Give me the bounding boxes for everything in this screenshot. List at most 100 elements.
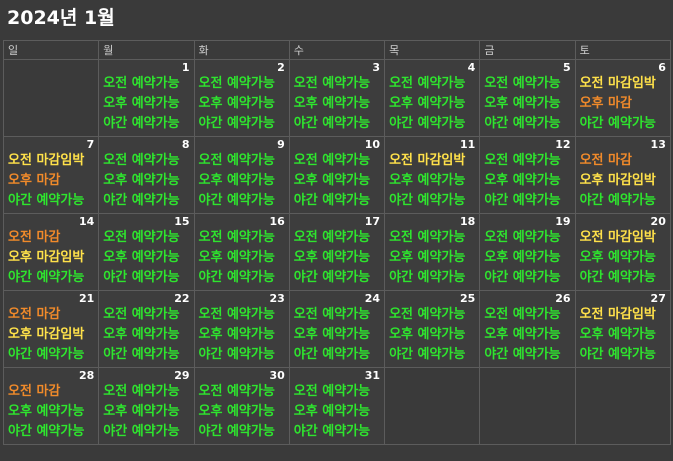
day-cell[interactable]: 30 오전 예약가능 오후 예약가능 야간 예약가능: [193, 367, 290, 445]
time-slot-status[interactable]: 오후 예약가능: [480, 94, 574, 114]
time-slot-status[interactable]: 오후 예약가능: [4, 402, 98, 422]
time-slot-status[interactable]: 오전 예약가능: [195, 74, 289, 94]
day-cell[interactable]: 2 오전 예약가능 오후 예약가능 야간 예약가능: [193, 59, 290, 137]
time-slot-status[interactable]: 오후 예약가능: [195, 325, 289, 345]
time-slot-status[interactable]: 오전 예약가능: [290, 74, 384, 94]
day-cell[interactable]: 19 오전 예약가능 오후 예약가능 야간 예약가능: [479, 213, 576, 291]
time-slot-status[interactable]: 오전 예약가능: [290, 151, 384, 171]
time-slot-status[interactable]: 야간 예약가능: [195, 345, 289, 365]
time-slot-status[interactable]: 오후 예약가능: [195, 94, 289, 114]
time-slot-status[interactable]: 오후 예약가능: [385, 325, 479, 345]
time-slot-status[interactable]: 야간 예약가능: [480, 191, 574, 211]
time-slot-status[interactable]: 오전 예약가능: [385, 305, 479, 325]
time-slot-status[interactable]: 야간 예약가능: [99, 422, 193, 442]
day-cell[interactable]: 9 오전 예약가능 오후 예약가능 야간 예약가능: [193, 136, 290, 214]
time-slot-status[interactable]: 오전 예약가능: [195, 382, 289, 402]
time-slot-status[interactable]: 오전 마감: [4, 305, 98, 325]
time-slot-status[interactable]: 오전 마감임박: [576, 228, 670, 248]
time-slot-status[interactable]: 야간 예약가능: [290, 345, 384, 365]
time-slot-status[interactable]: 오전 예약가능: [99, 305, 193, 325]
time-slot-status[interactable]: 야간 예약가능: [480, 114, 574, 134]
time-slot-status[interactable]: 야간 예약가능: [195, 191, 289, 211]
time-slot-status[interactable]: 야간 예약가능: [4, 191, 98, 211]
time-slot-status[interactable]: 야간 예약가능: [385, 268, 479, 288]
time-slot-status[interactable]: 야간 예약가능: [195, 422, 289, 442]
day-cell[interactable]: 29 오전 예약가능 오후 예약가능 야간 예약가능: [98, 367, 195, 445]
time-slot-status[interactable]: 오후 예약가능: [99, 325, 193, 345]
time-slot-status[interactable]: 야간 예약가능: [99, 191, 193, 211]
time-slot-status[interactable]: 야간 예약가능: [385, 345, 479, 365]
time-slot-status[interactable]: 야간 예약가능: [576, 191, 670, 211]
time-slot-status[interactable]: 오전 예약가능: [99, 382, 193, 402]
time-slot-status[interactable]: 오전 예약가능: [99, 151, 193, 171]
time-slot-status[interactable]: 야간 예약가능: [290, 268, 384, 288]
time-slot-status[interactable]: 오전 예약가능: [290, 305, 384, 325]
day-cell[interactable]: 22 오전 예약가능 오후 예약가능 야간 예약가능: [98, 290, 195, 368]
time-slot-status[interactable]: 오후 예약가능: [99, 94, 193, 114]
time-slot-status[interactable]: 오전 예약가능: [195, 151, 289, 171]
time-slot-status[interactable]: 오후 마감: [576, 94, 670, 114]
time-slot-status[interactable]: 야간 예약가능: [195, 114, 289, 134]
day-cell[interactable]: 23 오전 예약가능 오후 예약가능 야간 예약가능: [193, 290, 290, 368]
time-slot-status[interactable]: 오전 마감: [4, 382, 98, 402]
time-slot-status[interactable]: 오전 예약가능: [480, 74, 574, 94]
time-slot-status[interactable]: 야간 예약가능: [99, 268, 193, 288]
time-slot-status[interactable]: 야간 예약가능: [99, 345, 193, 365]
time-slot-status[interactable]: 오후 예약가능: [480, 325, 574, 345]
time-slot-status[interactable]: 야간 예약가능: [290, 191, 384, 211]
time-slot-status[interactable]: 오전 예약가능: [290, 382, 384, 402]
time-slot-status[interactable]: 오후 예약가능: [576, 325, 670, 345]
time-slot-status[interactable]: 오후 예약가능: [480, 248, 574, 268]
day-cell[interactable]: 1 오전 예약가능 오후 예약가능 야간 예약가능: [98, 59, 195, 137]
time-slot-status[interactable]: 야간 예약가능: [480, 345, 574, 365]
time-slot-status[interactable]: 야간 예약가능: [576, 268, 670, 288]
time-slot-status[interactable]: 오후 예약가능: [99, 171, 193, 191]
time-slot-status[interactable]: 오전 마감임박: [576, 74, 670, 94]
day-cell[interactable]: 13 오전 마감 오후 마감임박 야간 예약가능: [574, 136, 671, 214]
day-cell[interactable]: 12 오전 예약가능 오후 예약가능 야간 예약가능: [479, 136, 576, 214]
time-slot-status[interactable]: 오전 예약가능: [195, 305, 289, 325]
time-slot-status[interactable]: 오후 예약가능: [195, 248, 289, 268]
time-slot-status[interactable]: 야간 예약가능: [4, 268, 98, 288]
time-slot-status[interactable]: 오후 마감: [4, 171, 98, 191]
day-cell[interactable]: 25 오전 예약가능 오후 예약가능 야간 예약가능: [384, 290, 481, 368]
time-slot-status[interactable]: 야간 예약가능: [385, 191, 479, 211]
time-slot-status[interactable]: 오전 예약가능: [480, 151, 574, 171]
day-cell[interactable]: 21 오전 마감 오후 마감임박 야간 예약가능: [2, 290, 100, 368]
time-slot-status[interactable]: 오전 예약가능: [290, 228, 384, 248]
time-slot-status[interactable]: 야간 예약가능: [195, 268, 289, 288]
day-cell[interactable]: 10 오전 예약가능 오후 예약가능 야간 예약가능: [288, 136, 386, 214]
day-cell[interactable]: 15 오전 예약가능 오후 예약가능 야간 예약가능: [98, 213, 195, 291]
time-slot-status[interactable]: 야간 예약가능: [480, 268, 574, 288]
time-slot-status[interactable]: 오전 예약가능: [480, 305, 574, 325]
day-cell[interactable]: 16 오전 예약가능 오후 예약가능 야간 예약가능: [193, 213, 290, 291]
day-cell[interactable]: 31 오전 예약가능 오후 예약가능 야간 예약가능: [288, 367, 386, 445]
time-slot-status[interactable]: 오후 예약가능: [290, 171, 384, 191]
time-slot-status[interactable]: 오후 마감임박: [4, 248, 98, 268]
time-slot-status[interactable]: 야간 예약가능: [290, 422, 384, 442]
day-cell[interactable]: 26 오전 예약가능 오후 예약가능 야간 예약가능: [479, 290, 576, 368]
day-cell[interactable]: 4 오전 예약가능 오후 예약가능 야간 예약가능: [384, 59, 481, 137]
day-cell[interactable]: 3 오전 예약가능 오후 예약가능 야간 예약가능: [288, 59, 386, 137]
day-cell[interactable]: 11 오전 마감임박 오후 예약가능 야간 예약가능: [384, 136, 481, 214]
time-slot-status[interactable]: 야간 예약가능: [4, 422, 98, 442]
time-slot-status[interactable]: 야간 예약가능: [576, 345, 670, 365]
time-slot-status[interactable]: 오후 예약가능: [290, 325, 384, 345]
time-slot-status[interactable]: 오전 예약가능: [480, 228, 574, 248]
time-slot-status[interactable]: 오전 예약가능: [385, 74, 479, 94]
time-slot-status[interactable]: 오후 예약가능: [480, 171, 574, 191]
time-slot-status[interactable]: 오후 예약가능: [290, 248, 384, 268]
time-slot-status[interactable]: 야간 예약가능: [290, 114, 384, 134]
time-slot-status[interactable]: 오후 예약가능: [195, 402, 289, 422]
time-slot-status[interactable]: 오전 마감임박: [385, 151, 479, 171]
time-slot-status[interactable]: 오전 예약가능: [385, 228, 479, 248]
day-cell[interactable]: 24 오전 예약가능 오후 예약가능 야간 예약가능: [288, 290, 386, 368]
time-slot-status[interactable]: 오후 예약가능: [290, 402, 384, 422]
time-slot-status[interactable]: 오후 마감임박: [576, 171, 670, 191]
time-slot-status[interactable]: 야간 예약가능: [4, 345, 98, 365]
day-cell[interactable]: 17 오전 예약가능 오후 예약가능 야간 예약가능: [288, 213, 386, 291]
time-slot-status[interactable]: 야간 예약가능: [385, 114, 479, 134]
time-slot-status[interactable]: 오전 마감: [576, 151, 670, 171]
time-slot-status[interactable]: 오후 예약가능: [576, 248, 670, 268]
day-cell[interactable]: 27 오전 마감임박 오후 예약가능 야간 예약가능: [574, 290, 671, 368]
